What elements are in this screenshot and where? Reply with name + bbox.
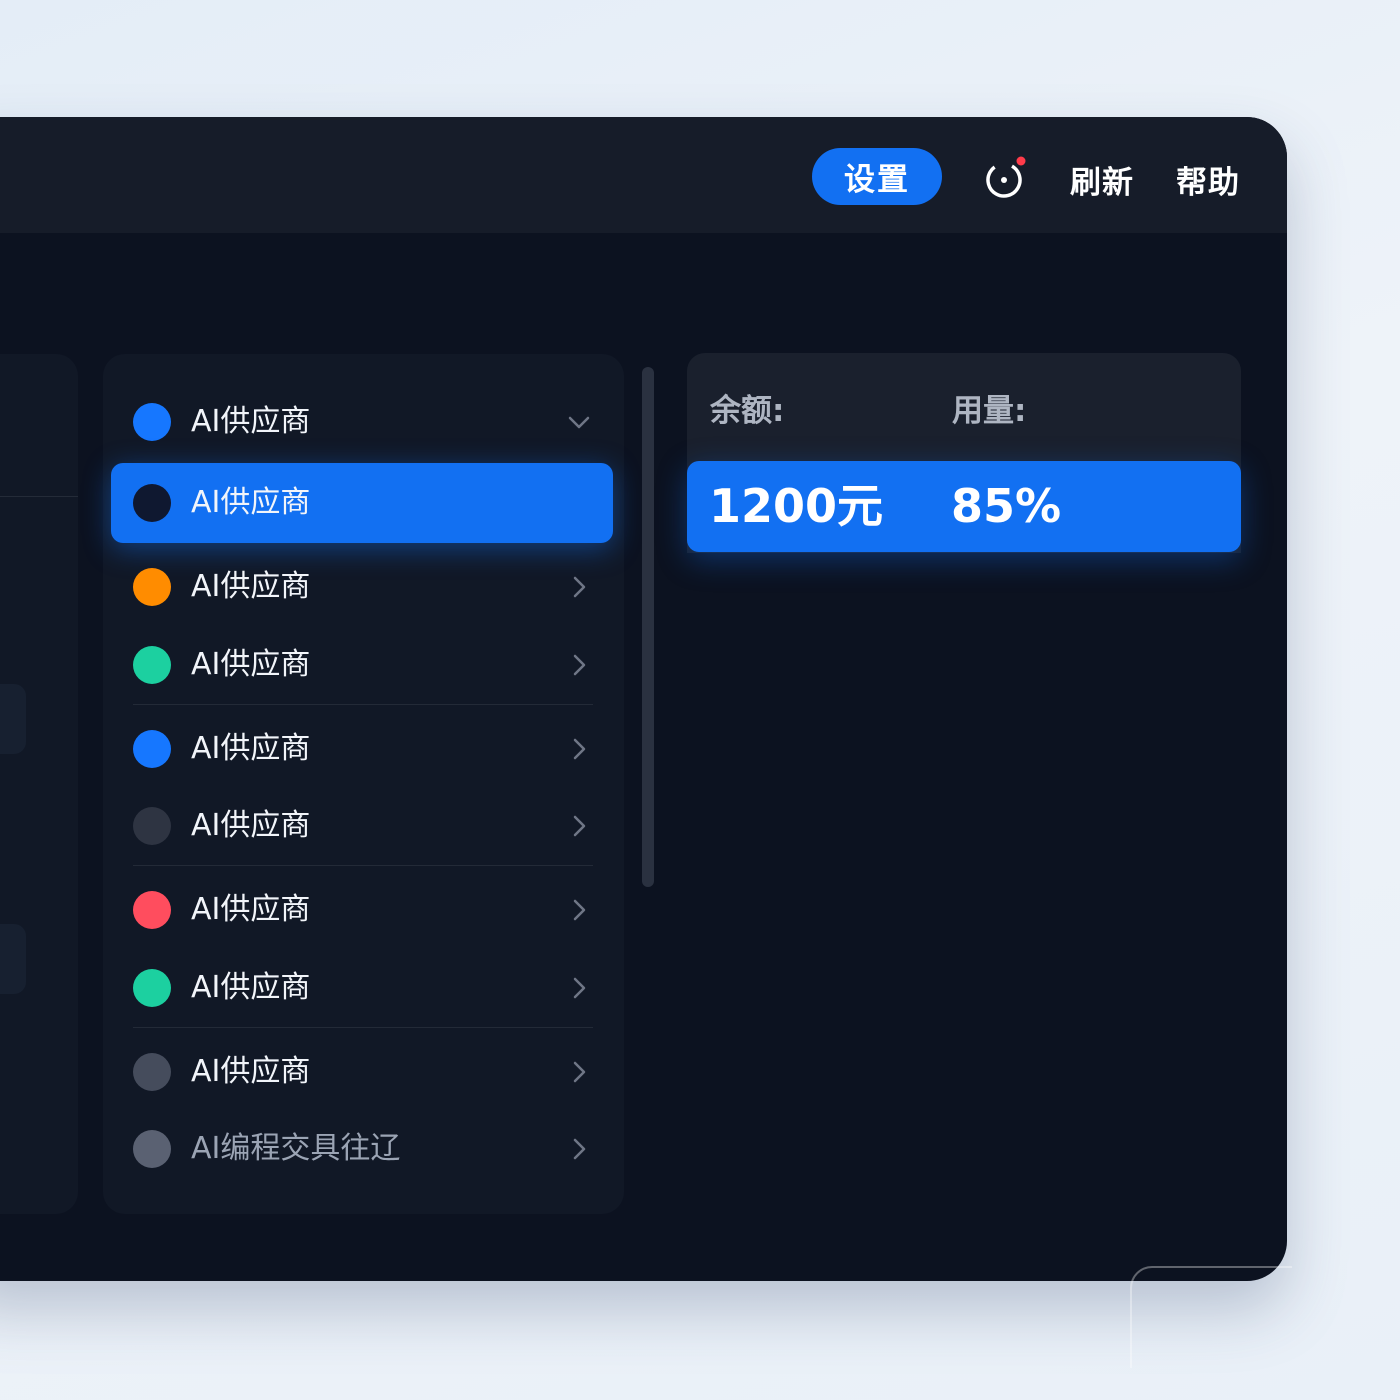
provider-item[interactable]: AI供应商 bbox=[111, 547, 613, 627]
chevron-right-icon bbox=[573, 738, 586, 760]
provider-color-dot-icon bbox=[133, 807, 171, 845]
chevron-right-icon bbox=[573, 815, 586, 837]
provider-item[interactable]: AI编程交具往辽 bbox=[111, 1109, 613, 1189]
sidebar-item[interactable] bbox=[0, 684, 26, 754]
provider-color-dot-icon bbox=[133, 403, 171, 441]
provider-color-dot-icon bbox=[133, 1053, 171, 1091]
provider-label: AI供应商 bbox=[191, 404, 311, 439]
provider-color-dot-icon bbox=[133, 891, 171, 929]
balance-row[interactable]: 1200元 85% bbox=[687, 461, 1241, 552]
provider-label: AI供应商 bbox=[191, 970, 311, 1005]
provider-label: AI供应商 bbox=[191, 731, 311, 766]
chevron-right-icon bbox=[573, 977, 586, 999]
help-button[interactable]: 帮助 bbox=[1176, 157, 1240, 202]
provider-item[interactable]: AI供应商 bbox=[111, 870, 613, 950]
list-scrollbar[interactable] bbox=[642, 367, 654, 887]
provider-label: AI供应商 bbox=[191, 647, 311, 682]
chevron-right-icon bbox=[573, 899, 586, 921]
provider-color-dot-icon bbox=[133, 1130, 171, 1168]
provider-list: AI供应商 AI供应商 AI供应商 AI供应商 AI供应商 AI供应商 AI供应商 AI供应商… bbox=[103, 354, 624, 1214]
title-bar: 设置 刷新 帮助 bbox=[0, 117, 1287, 233]
provider-item[interactable]: AI供应商 bbox=[111, 463, 613, 543]
chevron-right-icon bbox=[573, 1138, 586, 1160]
provider-item[interactable]: AI供应商 bbox=[111, 1032, 613, 1112]
provider-color-dot-icon bbox=[133, 969, 171, 1007]
provider-item[interactable]: AI供应商 bbox=[111, 709, 613, 789]
sidebar-item[interactable] bbox=[0, 924, 26, 994]
usage-label: 用量: bbox=[952, 393, 1027, 429]
provider-label: AI供应商 bbox=[191, 485, 311, 520]
balance-label: 余额: bbox=[710, 393, 785, 429]
balance-value: 1200元 bbox=[709, 479, 884, 533]
provider-color-dot-icon bbox=[133, 484, 171, 522]
chevron-right-icon bbox=[573, 1061, 586, 1083]
chevron-down-icon bbox=[568, 416, 590, 429]
chevron-right-icon bbox=[573, 654, 586, 676]
provider-item[interactable]: AI供应商 bbox=[111, 786, 613, 866]
chevron-right-icon bbox=[573, 576, 586, 598]
provider-label: AI供应商 bbox=[191, 808, 311, 843]
sidebar-divider bbox=[0, 496, 78, 497]
provider-color-dot-icon bbox=[133, 568, 171, 606]
background-window-edge bbox=[1130, 1266, 1292, 1368]
refresh-button[interactable]: 刷新 bbox=[1070, 157, 1134, 202]
left-sidebar-panel bbox=[0, 354, 78, 1214]
provider-item[interactable]: AI供应商 bbox=[111, 382, 613, 462]
provider-color-dot-icon bbox=[133, 730, 171, 768]
provider-color-dot-icon bbox=[133, 646, 171, 684]
provider-item[interactable]: AI供应商 bbox=[111, 625, 613, 705]
usage-value: 85% bbox=[951, 479, 1062, 533]
provider-label: AI供应商 bbox=[191, 892, 311, 927]
provider-item[interactable]: AI供应商 bbox=[111, 948, 613, 1028]
status-refresh-icon[interactable] bbox=[983, 155, 1029, 201]
settings-button[interactable]: 设置 bbox=[812, 148, 942, 205]
provider-label: AI供应商 bbox=[191, 569, 311, 604]
provider-label: AI供应商 bbox=[191, 1054, 311, 1089]
provider-label: AI编程交具往辽 bbox=[191, 1131, 401, 1166]
app-window: 设置 刷新 帮助 AI供应商 AI供应商 AI供应商 AI供应商 AI供应商 AI供应商 A… bbox=[0, 117, 1287, 1281]
